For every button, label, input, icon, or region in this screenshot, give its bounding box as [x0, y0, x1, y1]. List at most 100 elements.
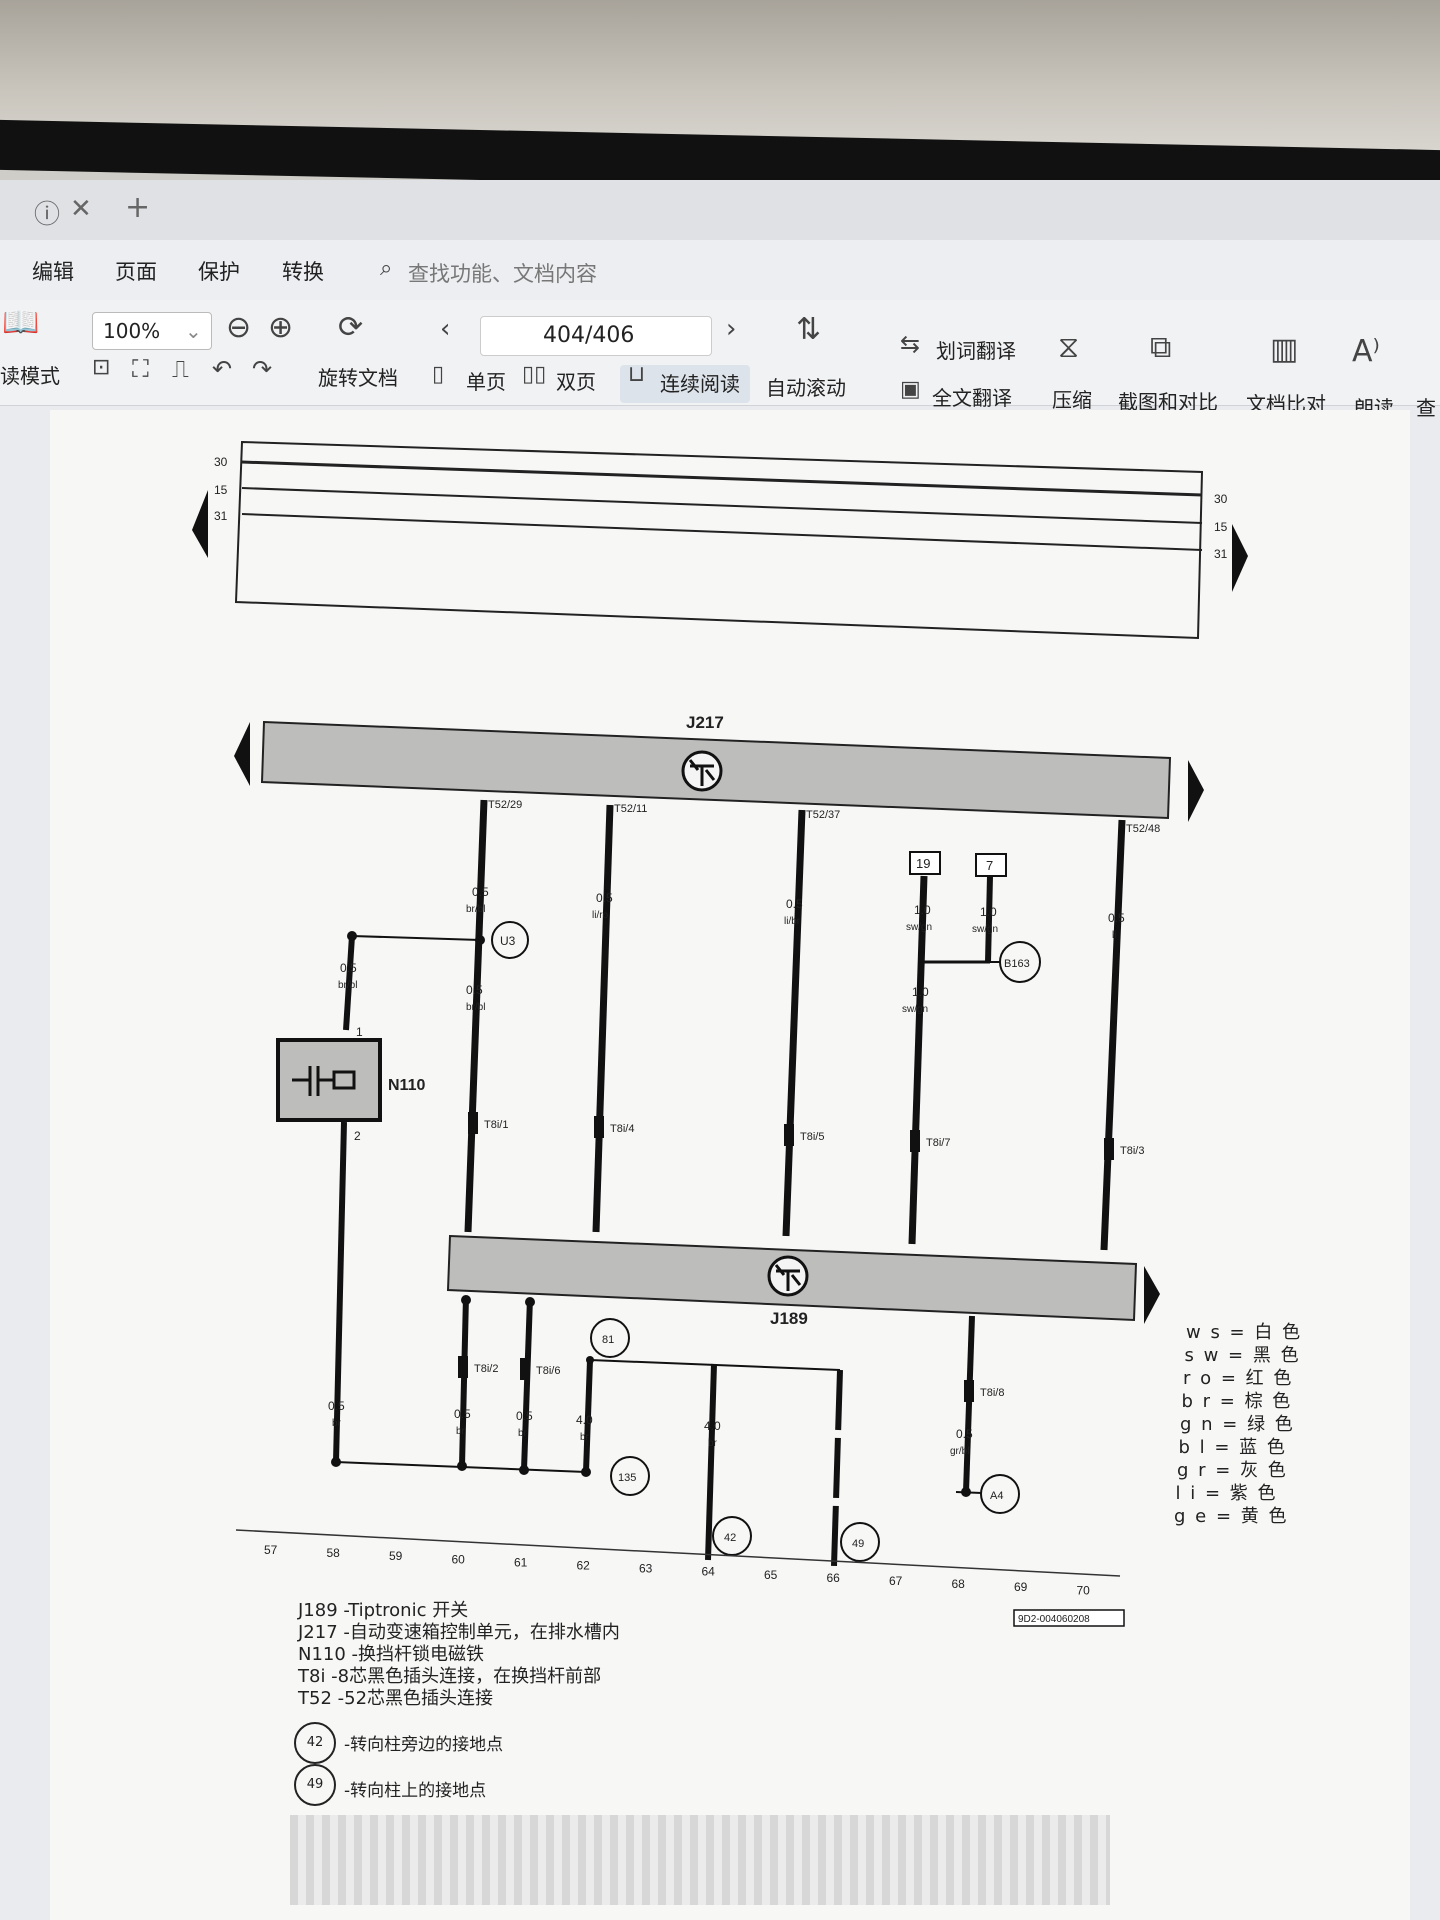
compress-button[interactable]: 压缩 — [1052, 384, 1092, 413]
arrow-right-j189 — [1144, 1266, 1160, 1324]
scale-number: 67 — [889, 1574, 903, 1588]
rotate-doc-icon: ⟳ — [338, 310, 364, 345]
rotate-left-icon[interactable]: ↶ — [212, 355, 232, 383]
tab-bar: ⓘ ✕ + — [0, 180, 1440, 240]
translate-icon: ⇆ — [900, 330, 921, 358]
wire-7 — [985, 875, 993, 963]
scale-number: 58 — [327, 1546, 341, 1560]
rail-label-31-left: 31 — [214, 509, 228, 523]
j189-label: J189 — [770, 1309, 808, 1328]
fit-page-icon[interactable]: ⛶ — [132, 355, 149, 383]
conn-t8i-7-label: T8i/7 — [926, 1137, 950, 1149]
word-translate-button[interactable]: 划词翻译 — [936, 335, 1016, 364]
wiring-diagram: 30 15 31 30 15 31 J217 J189 T52/29 T52/1… — [192, 440, 1248, 1627]
conn-t8i-3-label: T8i/3 — [1120, 1145, 1144, 1157]
scale-number: 62 — [577, 1559, 591, 1573]
wire-t8i-2 — [459, 1295, 469, 1467]
rail-label-15-right: 15 — [1214, 520, 1228, 534]
wire-color-4: sw/gn — [906, 922, 932, 933]
wire-t52-37 — [782, 809, 806, 1237]
bw-color-4: br — [580, 1432, 590, 1443]
single-page-button[interactable]: 单页 — [466, 366, 506, 395]
auto-scroll-icon: ⇅ — [796, 312, 822, 347]
wire-u3-branch — [351, 935, 481, 941]
continuous-read-button[interactable]: 连续阅读 — [660, 368, 740, 397]
zoom-out-icon[interactable]: ⊖ — [226, 310, 251, 345]
bw-size-2: 0.5 — [454, 1407, 471, 1421]
conn-t8i-4-label: T8i/4 — [610, 1123, 634, 1135]
wire-size-3: 0.5 — [786, 897, 803, 911]
code-label: 9D2-004060208 — [1018, 1614, 1090, 1625]
close-tab-icon[interactable]: ✕ — [70, 194, 92, 224]
full-translate-button[interactable]: 全文翻译 — [932, 382, 1012, 411]
wire-t8i-6 — [521, 1297, 533, 1471]
zoom-select[interactable]: 100% ⌄ — [92, 312, 212, 350]
menu-convert[interactable]: 转换 — [282, 256, 324, 286]
bw-color-3: br — [518, 1428, 528, 1439]
page-indicator-box[interactable]: 404/406 — [480, 316, 712, 356]
bw-size-3: 0.5 — [516, 1409, 533, 1423]
double-page-icon: ▯▯ — [522, 362, 547, 387]
bw-size-5: 4.0 — [704, 1419, 721, 1433]
bw-color-5: br — [708, 1438, 718, 1449]
actual-size-icon[interactable]: ⊡ — [92, 355, 110, 380]
wire-size-u3: 0.5 — [466, 983, 483, 997]
page-indicator: 404/406 — [543, 323, 635, 348]
ground-note-49-circle: 49 — [294, 1764, 336, 1806]
rail-15 — [241, 487, 1203, 524]
conn-t8i-4 — [594, 1116, 604, 1138]
fit-width-icon[interactable]: ⎍ — [172, 355, 189, 383]
new-tab-button[interactable]: + — [125, 190, 150, 225]
conn-t8i-2-label: T8i/2 — [474, 1363, 498, 1375]
conn-t8i-2 — [458, 1356, 468, 1378]
n110-label: N110 — [388, 1077, 425, 1094]
menu-edit[interactable]: 编辑 — [32, 256, 74, 286]
menu-page[interactable]: 页面 — [115, 256, 157, 286]
search-input[interactable]: 查找功能、文档内容 — [408, 258, 597, 288]
n110-pin-1: 1 — [356, 1025, 363, 1039]
scale-number: 66 — [827, 1571, 841, 1585]
menu-protect[interactable]: 保护 — [198, 256, 240, 286]
wire-color-u3: br/bl — [466, 1002, 485, 1013]
arrow-right-rail — [1232, 524, 1248, 592]
arrow-left-rail — [192, 490, 208, 558]
auto-scroll-button[interactable]: 自动滚动 — [766, 372, 846, 401]
legend-row: g e = 黄 色 — [1174, 1506, 1289, 1527]
chevron-down-icon: ⌄ — [185, 319, 202, 343]
scale-number: 61 — [514, 1555, 528, 1569]
prev-page-icon[interactable]: ‹ — [440, 314, 450, 344]
read-aloud-icon: A⁾ — [1352, 334, 1380, 369]
scale-number: 70 — [1077, 1583, 1091, 1597]
rail-label-31-right: 31 — [1214, 547, 1228, 561]
pin-t52-37: T52/37 — [806, 809, 840, 821]
conn-t8i-7 — [910, 1130, 920, 1152]
wire-size-5: 1.0 — [980, 905, 997, 919]
arrow-left-j217 — [234, 722, 250, 786]
box-7-label: 7 — [986, 858, 993, 873]
circle-81-label: 81 — [602, 1334, 614, 1346]
box-19-label: 19 — [916, 856, 930, 871]
wire-to-49 — [831, 1369, 843, 1567]
pin-t52-11: T52/11 — [614, 803, 647, 815]
continuous-icon: ⊔ — [628, 362, 646, 387]
rail-31 — [241, 513, 1203, 551]
wire-color-5: sw/gn — [972, 924, 998, 935]
wire-color-2: li/ro — [592, 910, 609, 921]
zoom-in-icon[interactable]: ⊕ — [268, 310, 293, 345]
bw-color-1: br — [332, 1418, 342, 1429]
circle-49-label: 49 — [852, 1538, 864, 1550]
double-page-button[interactable]: 双页 — [556, 366, 596, 395]
rotate-right-icon[interactable]: ↷ — [252, 355, 272, 383]
conn-t8i-1 — [468, 1112, 478, 1134]
warning-icon: ⓘ — [34, 200, 61, 230]
scale-number: 65 — [764, 1568, 778, 1582]
rotate-doc-button[interactable]: 旋转文档 — [318, 362, 398, 391]
bw-color-2: br — [456, 1426, 466, 1437]
read-mode-button[interactable]: 读模式 — [0, 360, 60, 389]
ground-note-49-text: -转向柱上的接地点 — [344, 1781, 487, 1801]
conn-t8i-3 — [1104, 1138, 1114, 1160]
n110-pin-2: 2 — [354, 1129, 361, 1143]
conn-t8i-5 — [784, 1124, 794, 1146]
circle-a4-label: A4 — [990, 1490, 1003, 1502]
next-page-icon[interactable]: › — [726, 314, 736, 344]
